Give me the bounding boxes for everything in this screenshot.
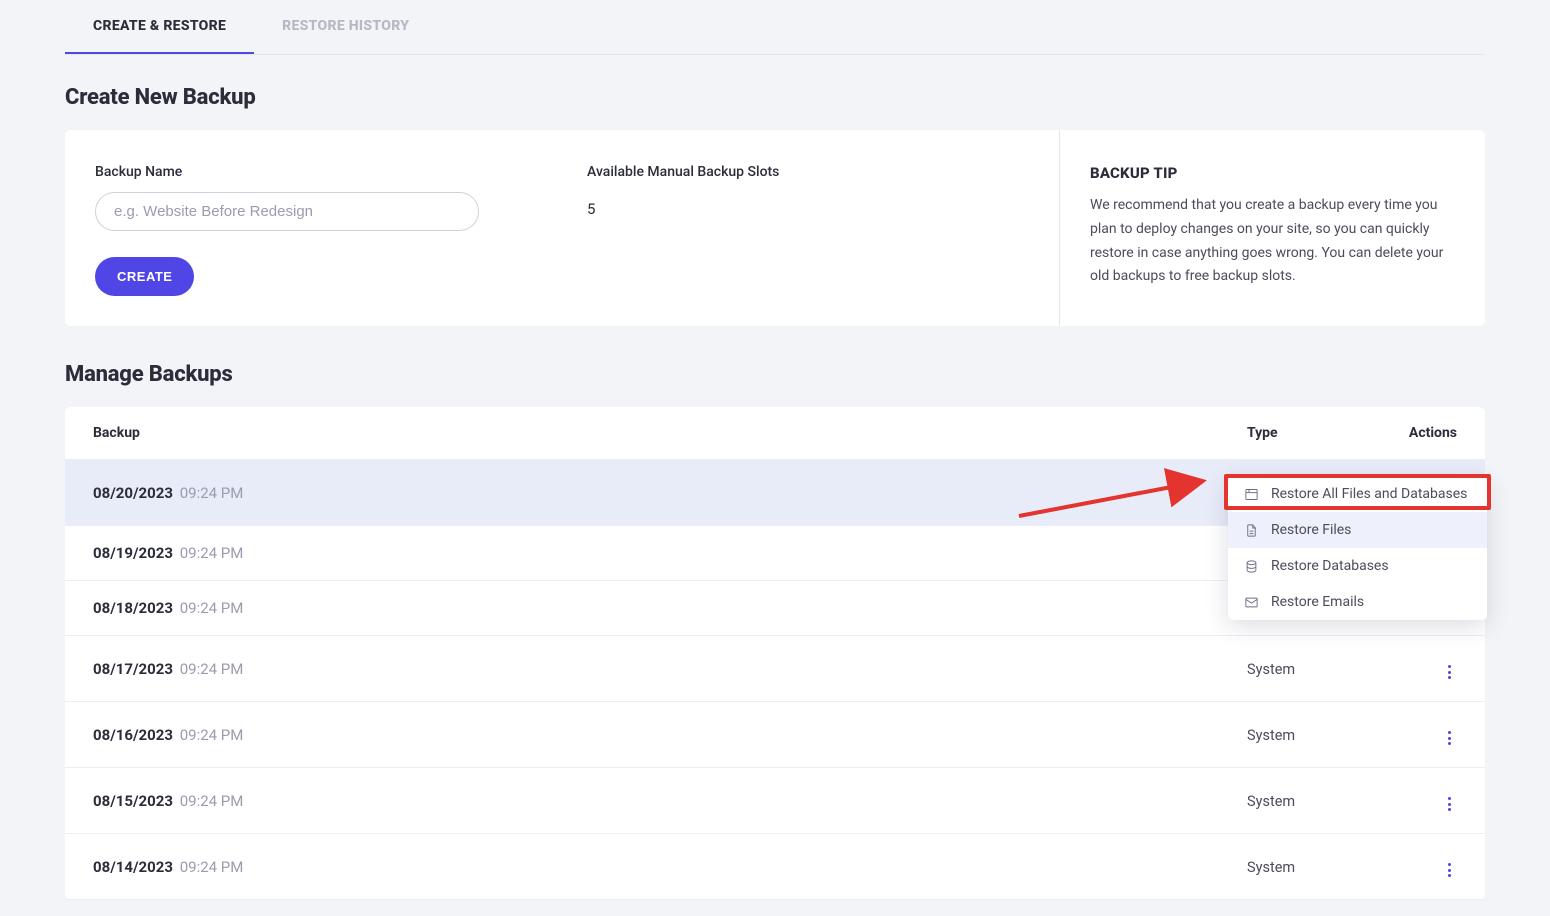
row-date: 08/17/2023 (93, 660, 173, 678)
row-actions-menu[interactable] (1441, 727, 1457, 749)
row-type: System (1247, 793, 1295, 810)
file-icon (1244, 523, 1259, 538)
menu-restore-emails[interactable]: Restore Emails (1228, 584, 1487, 620)
slots-label: Available Manual Backup Slots (587, 164, 1029, 180)
menu-restore-files[interactable]: Restore Files (1228, 512, 1487, 548)
row-actions-menu[interactable] (1441, 859, 1457, 881)
create-backup-card: Backup Name CREATE Available Manual Back… (65, 130, 1485, 326)
table-row: 08/16/2023 09:24 PM System (65, 702, 1485, 768)
row-time: 09:24 PM (180, 792, 244, 810)
menu-restore-db-label: Restore Databases (1271, 558, 1389, 574)
row-time: 09:24 PM (180, 484, 244, 502)
row-time: 09:24 PM (180, 660, 244, 678)
create-button[interactable]: CREATE (95, 257, 194, 296)
col-actions: Actions (1397, 425, 1457, 441)
tabs: CREATE & RESTORE RESTORE HISTORY (65, 0, 1485, 55)
col-backup: Backup (93, 425, 1247, 441)
tab-restore-history[interactable]: RESTORE HISTORY (254, 0, 437, 54)
actions-dropdown: Restore All Files and Databases Restore … (1228, 476, 1487, 620)
table-header: Backup Type Actions (65, 407, 1485, 460)
row-type: System (1247, 727, 1295, 744)
restore-all-icon (1244, 487, 1259, 502)
table-row: 08/14/2023 09:24 PM System (65, 834, 1485, 900)
slots-value: 5 (587, 192, 1029, 218)
menu-restore-all[interactable]: Restore All Files and Databases (1228, 476, 1487, 512)
table-row: 08/20/2023 09:24 PM System Restore All F… (65, 460, 1485, 526)
tab-create-restore[interactable]: CREATE & RESTORE (65, 0, 254, 54)
row-date: 08/16/2023 (93, 726, 173, 744)
backup-tip-text: We recommend that you create a backup ev… (1090, 194, 1455, 289)
menu-restore-databases[interactable]: Restore Databases (1228, 548, 1487, 584)
row-time: 09:24 PM (180, 726, 244, 744)
table-row: 08/17/2023 09:24 PM System (65, 636, 1485, 702)
menu-restore-all-label: Restore All Files and Databases (1271, 486, 1467, 502)
manage-backups-title: Manage Backups (65, 362, 1485, 387)
database-icon (1244, 559, 1259, 574)
table-row: 08/15/2023 09:24 PM System (65, 768, 1485, 834)
backup-tip-title: BACKUP TIP (1090, 164, 1455, 182)
backup-name-input[interactable] (95, 192, 479, 231)
row-date: 08/14/2023 (93, 858, 173, 876)
row-date: 08/20/2023 (93, 484, 173, 502)
row-type: System (1247, 859, 1295, 876)
row-actions-menu[interactable] (1441, 793, 1457, 815)
row-type: System (1247, 661, 1295, 678)
create-backup-title: Create New Backup (65, 85, 1485, 110)
menu-restore-emails-label: Restore Emails (1271, 594, 1364, 610)
mail-icon (1244, 595, 1259, 610)
backups-table: Backup Type Actions 08/20/2023 09:24 PM … (65, 407, 1485, 900)
row-date: 08/19/2023 (93, 544, 173, 562)
row-date: 08/18/2023 (93, 599, 173, 617)
row-date: 08/15/2023 (93, 792, 173, 810)
col-type: Type (1247, 425, 1397, 441)
backup-name-label: Backup Name (95, 164, 537, 180)
row-time: 09:24 PM (180, 858, 244, 876)
row-time: 09:24 PM (180, 544, 244, 562)
row-time: 09:24 PM (180, 599, 244, 617)
menu-restore-files-label: Restore Files (1271, 522, 1351, 538)
row-actions-menu[interactable] (1441, 661, 1457, 683)
